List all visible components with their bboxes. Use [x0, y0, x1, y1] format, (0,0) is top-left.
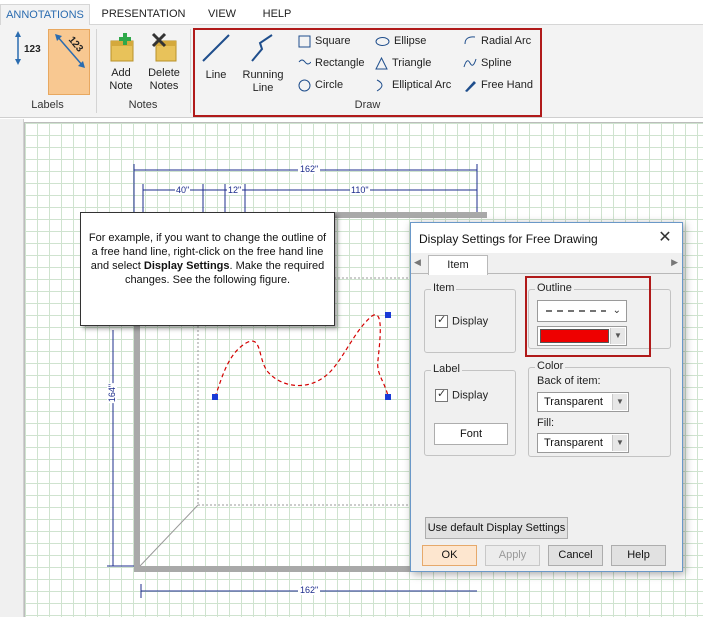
label-display-label: Display	[452, 389, 489, 402]
item-group-title: Item	[431, 282, 457, 294]
apply-button[interactable]: Apply	[485, 545, 540, 566]
help-button[interactable]: Help	[611, 545, 666, 566]
font-button[interactable]: Font	[434, 423, 508, 445]
label-display-checkbox[interactable]: Display	[435, 388, 489, 402]
item-group: Item Display	[424, 282, 516, 353]
checkbox-check-icon	[435, 314, 448, 328]
fill-label: Fill:	[537, 417, 555, 429]
callout-bold-text: Display Settings	[143, 260, 230, 272]
dimension-c: 110"	[350, 185, 370, 195]
back-of-item-label: Back of item:	[537, 375, 601, 387]
fill-value: Transparent	[544, 437, 603, 449]
tab-item[interactable]: Item	[428, 255, 488, 275]
outline-highlight	[525, 276, 651, 357]
color-group: Color Back of item: Transparent ▼ Fill: …	[528, 360, 671, 457]
ok-button[interactable]: OK	[422, 545, 477, 566]
dialog-tabstrip: ◀ Item ▶	[411, 254, 682, 275]
dropdown-arrow-icon: ▼	[612, 394, 627, 410]
back-of-item-select[interactable]: Transparent ▼	[537, 392, 629, 412]
close-icon[interactable]: ✕	[656, 229, 674, 247]
selection-handle[interactable]	[212, 394, 218, 400]
dialog-title: Display Settings for Free Drawing	[419, 232, 598, 246]
use-default-settings-button[interactable]: Use default Display Settings	[425, 517, 568, 539]
dialog-title-bar: Display Settings for Free Drawing ✕	[411, 223, 682, 253]
back-of-item-value: Transparent	[544, 396, 603, 408]
dropdown-arrow-icon: ▼	[612, 435, 627, 451]
bottom-wall	[134, 566, 414, 572]
selection-handle[interactable]	[385, 394, 391, 400]
cancel-button[interactable]: Cancel	[548, 545, 603, 566]
dimension-left: 164"	[107, 382, 118, 404]
instruction-callout: For example, if you want to change the o…	[80, 212, 335, 326]
color-group-title: Color	[535, 360, 566, 372]
dimension-top: 162"	[298, 164, 321, 174]
dimension-b: 12"	[227, 185, 243, 195]
label-group-title: Label	[431, 363, 462, 375]
item-display-label: Display	[452, 315, 489, 328]
free-hand-line[interactable]	[214, 314, 389, 398]
checkbox-check-icon	[435, 388, 448, 402]
dimension-a: 40"	[175, 185, 191, 195]
item-display-checkbox[interactable]: Display	[435, 314, 489, 328]
label-group: Label Display Font	[424, 363, 516, 456]
display-settings-dialog: Display Settings for Free Drawing ✕ ◀ It…	[410, 222, 683, 572]
dimension-bottom: 162"	[298, 585, 321, 595]
selection-handle[interactable]	[385, 312, 391, 318]
tab-scroll-right-icon[interactable]: ▶	[671, 257, 678, 268]
tab-scroll-left-icon[interactable]: ◀	[414, 257, 421, 268]
fill-select[interactable]: Transparent ▼	[537, 433, 629, 453]
